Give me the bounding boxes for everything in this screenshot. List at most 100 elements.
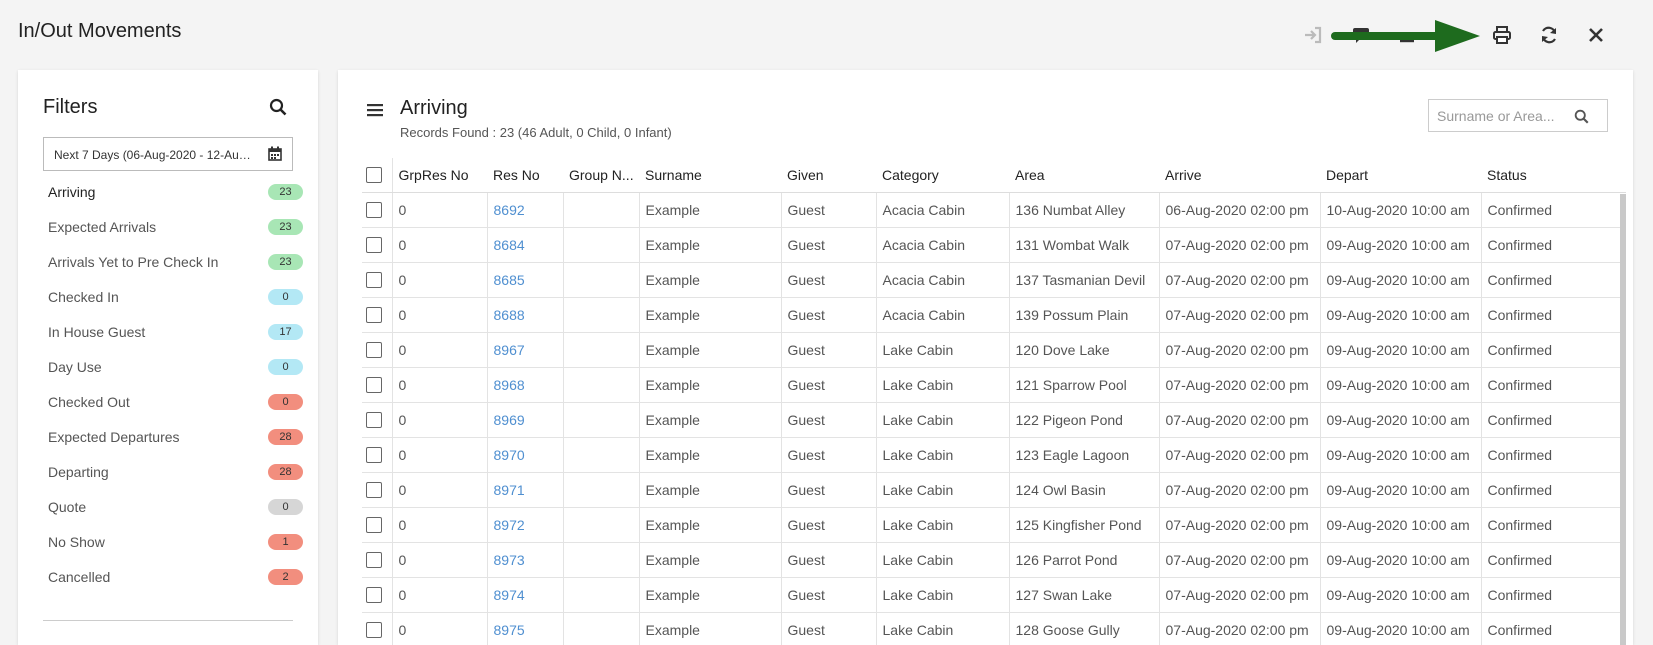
cell-grpres-no: 0 (392, 437, 488, 473)
row-select-cell (362, 542, 393, 578)
table-row[interactable]: 0 8968 Example Guest Lake Cabin 121 Sparrow P… (362, 367, 1626, 403)
search-box[interactable] (1428, 99, 1608, 132)
res-no-link[interactable]: 8968 (494, 377, 525, 393)
filter-item-in-house-guest[interactable]: In House Guest 17 (43, 314, 308, 349)
cell-given: Guest (781, 367, 877, 403)
filter-item-checked-in[interactable]: Checked In 0 (43, 279, 308, 314)
cell-grpres-no: 0 (392, 227, 488, 263)
res-no-link[interactable]: 8970 (494, 447, 525, 463)
cell-surname: Example (639, 612, 782, 645)
filter-label: Quote (48, 498, 87, 515)
res-no-link[interactable]: 8975 (494, 622, 525, 638)
table-row[interactable]: 0 8972 Example Guest Lake Cabin 125 Kingfishe… (362, 507, 1626, 543)
filter-item-arriving[interactable]: Arriving 23 (43, 174, 308, 209)
res-no-link[interactable]: 8969 (494, 412, 525, 428)
reservations-grid: GrpRes No Res No Group N... Surname Given Cat… (362, 158, 1626, 645)
search-icon[interactable] (1574, 109, 1589, 124)
column-header[interactable]: Area (1009, 158, 1159, 193)
table-row[interactable]: 0 8973 Example Guest Lake Cabin 126 Parrot Po… (362, 542, 1626, 578)
cell-category: Lake Cabin (876, 542, 1010, 578)
res-no-link[interactable]: 8684 (494, 237, 525, 253)
cell-status: Confirmed (1481, 192, 1626, 228)
res-no-link[interactable]: 8688 (494, 307, 525, 323)
column-header[interactable]: Status (1481, 158, 1626, 193)
vertical-scrollbar[interactable] (1620, 194, 1626, 645)
row-checkbox[interactable] (366, 341, 382, 358)
column-header[interactable]: Category (876, 158, 1009, 193)
cell-category: Acacia Cabin (876, 227, 1010, 263)
surname-area-search-input[interactable] (1437, 106, 1572, 126)
row-select-cell (362, 437, 393, 473)
table-row[interactable]: 0 8970 Example Guest Lake Cabin 123 Eagle Lag… (362, 437, 1626, 473)
filter-label: Arriving (48, 183, 96, 200)
row-checkbox[interactable] (366, 551, 382, 568)
column-header[interactable]: Group N... (563, 158, 639, 193)
table-row[interactable]: 0 8688 Example Guest Acacia Cabin 139 Possum … (362, 297, 1626, 333)
cell-area: 121 Sparrow Pool (1009, 367, 1160, 403)
row-checkbox[interactable] (366, 411, 382, 428)
row-checkbox[interactable] (366, 621, 382, 638)
filter-item-checked-out[interactable]: Checked Out 0 (43, 384, 308, 419)
row-checkbox[interactable] (366, 586, 382, 603)
column-header[interactable]: Surname (639, 158, 781, 193)
select-all-checkbox[interactable] (366, 166, 382, 183)
row-checkbox[interactable] (366, 481, 382, 498)
records-count: Records Found : 23 (46 Adult, 0 Child, 0… (400, 125, 672, 140)
arrivals-panel: Arriving Records Found : 23 (46 Adult, 0… (338, 70, 1633, 645)
filter-item-day-use[interactable]: Day Use 0 (43, 349, 308, 384)
column-header[interactable]: Given (781, 158, 876, 193)
column-header[interactable]: Arrive (1159, 158, 1320, 193)
menu-icon[interactable] (366, 102, 384, 118)
table-row[interactable]: 0 8692 Example Guest Acacia Cabin 136 Numbat … (362, 192, 1626, 228)
cell-given: Guest (781, 402, 877, 438)
search-icon[interactable] (269, 98, 291, 120)
res-no-link[interactable]: 8972 (494, 517, 525, 533)
filter-item-arrivals-yet-to-pre-check-in[interactable]: Arrivals Yet to Pre Check In 23 (43, 244, 308, 279)
table-row[interactable]: 0 8974 Example Guest Lake Cabin 127 Swan Lake… (362, 577, 1626, 613)
row-select-cell (362, 332, 393, 368)
res-no-link[interactable]: 8971 (494, 482, 525, 498)
count-badge: 2 (268, 568, 303, 585)
row-checkbox[interactable] (366, 271, 382, 288)
res-no-link[interactable]: 8973 (494, 552, 525, 568)
date-range-value: Next 7 Days (06-Aug-2020 - 12-Aug-2020) (54, 148, 254, 162)
row-checkbox[interactable] (366, 376, 382, 393)
count-badge: 0 (268, 393, 303, 410)
filter-item-departing[interactable]: Departing 28 (43, 454, 308, 489)
table-row[interactable]: 0 8685 Example Guest Acacia Cabin 137 Tasmani… (362, 262, 1626, 298)
table-row[interactable]: 0 8684 Example Guest Acacia Cabin 131 Wombat … (362, 227, 1626, 263)
table-row[interactable]: 0 8971 Example Guest Lake Cabin 124 Owl Basin… (362, 472, 1626, 508)
filter-item-cancelled[interactable]: Cancelled 2 (43, 559, 308, 594)
column-header[interactable]: GrpRes No (392, 158, 487, 193)
cell-given: Guest (781, 577, 877, 613)
res-no-link[interactable]: 8685 (494, 272, 525, 288)
close-icon[interactable] (1583, 22, 1609, 48)
date-range-field[interactable]: Next 7 Days (06-Aug-2020 - 12-Aug-2020) (43, 137, 293, 171)
row-checkbox[interactable] (366, 306, 382, 323)
table-row[interactable]: 0 8975 Example Guest Lake Cabin 128 Goose Gul… (362, 612, 1626, 645)
row-checkbox[interactable] (366, 516, 382, 533)
res-no-link[interactable]: 8692 (494, 202, 525, 218)
row-checkbox[interactable] (366, 201, 382, 218)
refresh-icon[interactable] (1536, 22, 1562, 48)
calendar-icon[interactable] (268, 146, 282, 161)
sign-in-icon[interactable] (1300, 22, 1326, 48)
cell-group-n- (563, 192, 640, 228)
row-checkbox[interactable] (366, 446, 382, 463)
row-checkbox[interactable] (366, 236, 382, 253)
print-icon[interactable] (1489, 22, 1515, 48)
cell-depart: 09-Aug-2020 10:00 am (1320, 577, 1482, 613)
filter-item-quote[interactable]: Quote 0 (43, 489, 308, 524)
filter-item-no-show[interactable]: No Show 1 (43, 524, 308, 559)
cell-area: 126 Parrot Pond (1009, 542, 1160, 578)
filter-item-expected-arrivals[interactable]: Expected Arrivals 23 (43, 209, 308, 244)
row-select-cell (362, 577, 393, 613)
cell-given: Guest (781, 612, 877, 645)
res-no-link[interactable]: 8974 (494, 587, 525, 603)
res-no-link[interactable]: 8967 (494, 342, 525, 358)
table-row[interactable]: 0 8967 Example Guest Lake Cabin 120 Dove Lake… (362, 332, 1626, 368)
filter-item-expected-departures[interactable]: Expected Departures 28 (43, 419, 308, 454)
column-header[interactable]: Res No (487, 158, 563, 193)
column-header[interactable]: Depart (1320, 158, 1481, 193)
table-row[interactable]: 0 8969 Example Guest Lake Cabin 122 Pigeon Po… (362, 402, 1626, 438)
